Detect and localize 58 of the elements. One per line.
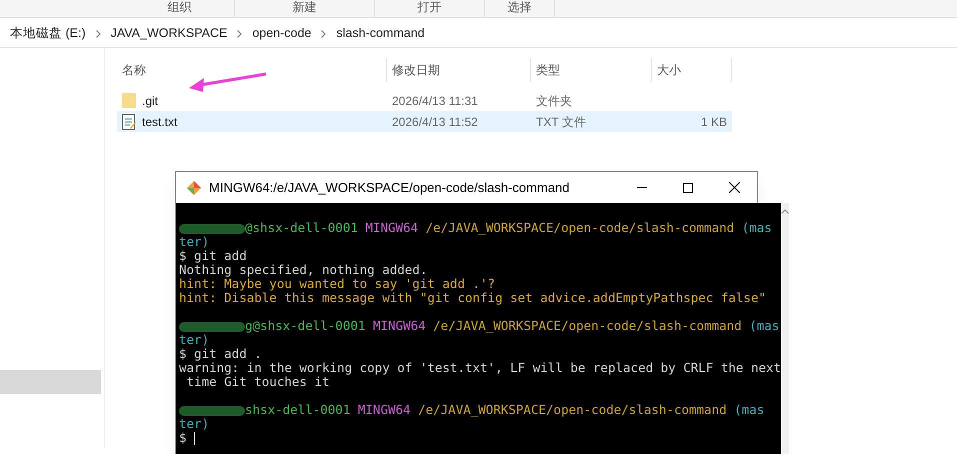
hint-text: hint: Disable this message with "git config set advice.addEmptyPathspec false" — [179, 290, 766, 305]
file-type: TXT 文件 — [535, 114, 587, 130]
working-directory: /e/JAVA_WORKSPACE/open-code/slash-command — [433, 319, 742, 333]
terminal-text: $ git add — [179, 248, 247, 263]
prompt-symbol: $ — [179, 431, 187, 445]
scrollbar[interactable] — [781, 203, 790, 454]
file-name: .git — [142, 92, 158, 110]
file-row[interactable]: test.txt 2026/4/13 11:52 TXT 文件 1 KB — [117, 111, 732, 132]
scroll-up-icon — [781, 209, 790, 214]
terminal-text: Nothing specified, nothing added. — [179, 262, 428, 277]
modified-date: 2026/4/13 11:31 — [391, 92, 479, 110]
redaction-smear — [179, 406, 245, 416]
folder-icon — [122, 93, 136, 108]
file-name: test.txt — [142, 114, 178, 130]
branch-name: ter) — [179, 332, 210, 347]
redaction-smear — [179, 322, 245, 332]
chevron-right-icon — [96, 30, 101, 38]
terminal-text: warning: in the working copy of 'test.txt', LF will be replaced by CRLF the next — [179, 360, 782, 375]
ribbon-group-label[interactable]: 新建 — [235, 0, 375, 17]
terminal-text: $ git add . — [179, 346, 262, 361]
breadcrumb-item[interactable]: slash-command — [336, 24, 425, 43]
file-row[interactable]: .git 2026/4/13 11:31 文件夹 — [117, 90, 732, 111]
breadcrumb-item[interactable]: 本地磁盘 (E:) — [10, 24, 86, 43]
host-name: g@shsx-dell-0001 — [245, 319, 366, 333]
text-cursor — [194, 432, 196, 444]
shell-name: MINGW64 — [358, 403, 411, 417]
redaction-smear — [179, 224, 245, 234]
branch-name: ter) — [179, 234, 210, 249]
breadcrumb-item[interactable]: open-code — [252, 24, 312, 43]
text-file-icon — [122, 114, 136, 130]
branch-name: (mas — [742, 221, 772, 235]
ribbon-group-label[interactable]: 打开 — [375, 0, 485, 17]
modified-date: 2026/4/13 11:52 — [391, 114, 479, 130]
column-header[interactable]: 类型 — [531, 58, 652, 82]
hint-text: hint: Maybe you wanted to say 'git add .'? — [179, 276, 496, 291]
terminal-text: time Git touches it — [186, 374, 330, 389]
shell-name: MINGW64 — [372, 319, 426, 333]
host-name: @shsx-dell-0001 — [245, 221, 358, 235]
ribbon-group-label[interactable]: 选择 — [485, 0, 555, 17]
file-type: 文件夹 — [535, 92, 573, 110]
chevron-right-icon — [321, 30, 326, 38]
breadcrumb-item[interactable]: JAVA_WORKSPACE — [110, 24, 228, 43]
working-directory: /e/JAVA_WORKSPACE/open-code/slash-command — [426, 221, 734, 235]
host-name: shsx-dell-0001 — [245, 403, 350, 417]
navigation-item[interactable] — [0, 370, 101, 394]
chevron-right-icon — [237, 30, 242, 38]
column-header[interactable]: 大小 — [652, 58, 732, 82]
branch-name: ter) — [179, 416, 210, 431]
window-title: MINGW64:/e/JAVA_WORKSPACE/open-code/slash-command — [209, 178, 570, 197]
close-icon — [728, 182, 740, 193]
branch-name: (mas — [734, 403, 764, 417]
diamond-logo-icon — [186, 180, 202, 196]
file-size: 1 KB — [700, 114, 727, 128]
working-directory: /e/JAVA_WORKSPACE/open-code/slash-command — [418, 403, 727, 417]
branch-name: (mas — [749, 319, 780, 333]
ribbon-group-label[interactable]: 组织 — [125, 0, 235, 17]
shell-name: MINGW64 — [365, 221, 418, 235]
column-header[interactable]: 修改日期 — [387, 58, 531, 82]
